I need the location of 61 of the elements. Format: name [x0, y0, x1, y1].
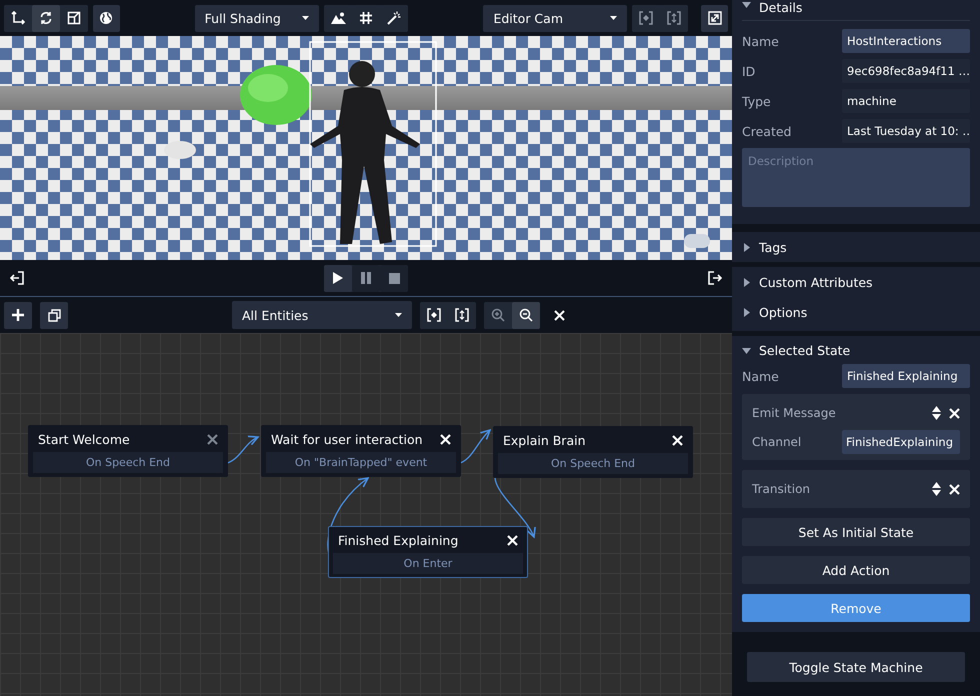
action-button[interactable]: Set As Initial State — [742, 518, 970, 546]
name-field[interactable]: HostInteractions — [842, 29, 970, 53]
scene-viewport[interactable] — [0, 36, 732, 260]
state-event[interactable]: On Speech End — [498, 453, 688, 474]
section-title[interactable]: Details — [759, 0, 802, 15]
state-event[interactable]: On Enter — [333, 553, 523, 574]
zoom-out-icon[interactable] — [512, 302, 540, 328]
action-title: Emit Message — [752, 406, 837, 420]
stop-icon[interactable] — [380, 264, 408, 292]
expand-triangle-icon[interactable] — [742, 278, 751, 286]
globe-icon[interactable] — [93, 4, 120, 32]
expand-triangle-icon[interactable] — [742, 308, 751, 316]
state-node[interactable]: Start Welcome On Speech End — [28, 425, 228, 477]
add-icon[interactable] — [4, 302, 32, 328]
dock-right-icon[interactable] — [708, 271, 722, 285]
caret-icon[interactable] — [395, 313, 402, 317]
action-title: Transition — [752, 482, 812, 496]
field-label: Channel — [752, 435, 802, 449]
reorder-icon[interactable] — [932, 482, 941, 496]
rotate-tool-icon[interactable] — [32, 4, 60, 32]
state-title: Finished Explaining — [338, 532, 458, 548]
readonly-field: 9ec698fec8a94f11 … — [842, 59, 970, 83]
caret-icon[interactable] — [302, 16, 310, 20]
description-field[interactable]: Description — [742, 148, 970, 207]
state-node[interactable]: Wait for user interaction On "BrainTapped" event — [261, 425, 461, 477]
state-title: Start Welcome — [38, 432, 130, 446]
reorder-icon[interactable] — [932, 406, 941, 420]
state-node[interactable]: Explain Brain On Speech End — [493, 426, 693, 478]
field-label: Type — [742, 94, 771, 108]
section-title[interactable]: Selected State — [759, 342, 850, 358]
state-event[interactable]: On Speech End — [33, 452, 223, 473]
state-event[interactable]: On "BrainTapped" event — [266, 452, 456, 473]
name-field[interactable]: Finished Explaining — [842, 364, 970, 388]
state-node[interactable]: Finished Explaining On Enter — [328, 526, 528, 578]
field-label: Created — [742, 124, 792, 138]
caret-icon[interactable] — [610, 16, 618, 20]
state-title: Explain Brain — [503, 432, 586, 448]
section-title[interactable]: Options — [759, 304, 808, 320]
collapse-triangle-icon[interactable] — [742, 0, 751, 9]
field-label: ID — [742, 64, 756, 78]
collapse-triangle-icon[interactable] — [742, 346, 751, 354]
close-icon[interactable] — [554, 310, 565, 320]
state-title: Wait for user interaction — [271, 432, 423, 446]
maximize-icon[interactable] — [701, 4, 728, 32]
field-label: Name — [742, 368, 779, 384]
dock-left-icon[interactable] — [10, 271, 24, 285]
expand-triangle-icon[interactable] — [742, 242, 751, 252]
duplicate-icon[interactable] — [40, 302, 68, 328]
channel-field[interactable]: FinishedExplaining — [842, 430, 960, 454]
pause-icon[interactable] — [352, 264, 380, 292]
section-title[interactable]: Custom Attributes — [759, 274, 873, 290]
entity-filter-dropdown[interactable]: All Entities — [232, 301, 412, 329]
toggle-state-machine-button[interactable]: Toggle State Machine — [747, 652, 965, 682]
readonly-field: Last Tuesday at 10: … — [842, 119, 970, 143]
shading-dropdown[interactable]: Full Shading — [194, 4, 320, 32]
field-label: Name — [742, 34, 779, 48]
readonly-field: machine — [842, 89, 970, 113]
play-icon[interactable] — [324, 264, 352, 292]
action-button[interactable]: Add Action — [742, 556, 970, 584]
camera-dropdown[interactable]: Editor Cam — [483, 4, 628, 32]
section-title[interactable]: Tags — [759, 240, 787, 254]
